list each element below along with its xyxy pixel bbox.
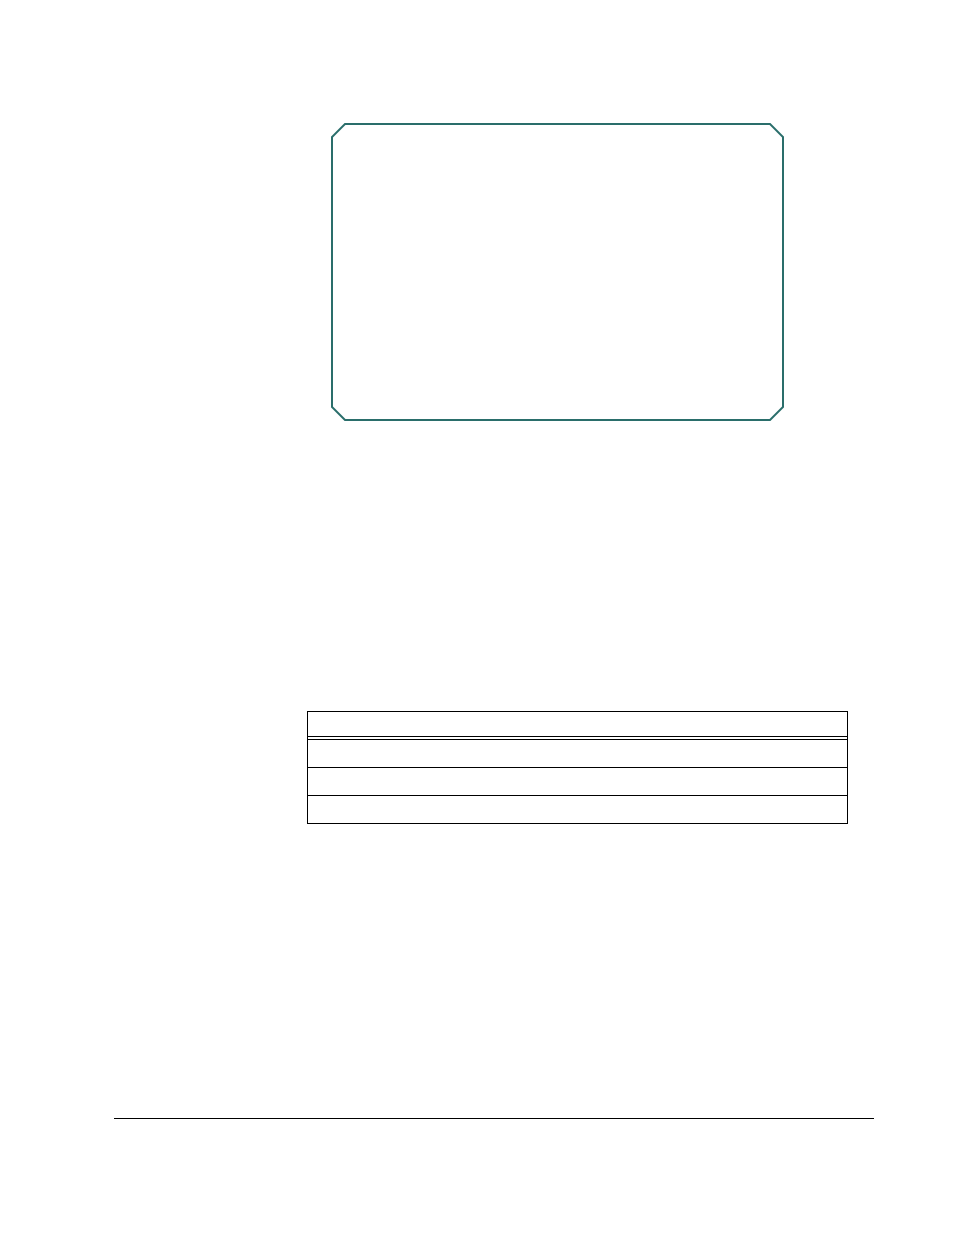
data-table: [307, 711, 848, 824]
table-header-row: [308, 712, 848, 740]
image-placeholder-frame: [331, 123, 784, 421]
table-cell: [308, 796, 848, 824]
table-row: [308, 740, 848, 768]
table-cell: [308, 768, 848, 796]
table-row: [308, 768, 848, 796]
table-row: [308, 796, 848, 824]
octagon-frame-icon: [332, 124, 783, 420]
footer-divider: [114, 1118, 874, 1119]
table-cell: [308, 740, 848, 768]
table-header-cell: [308, 712, 848, 740]
